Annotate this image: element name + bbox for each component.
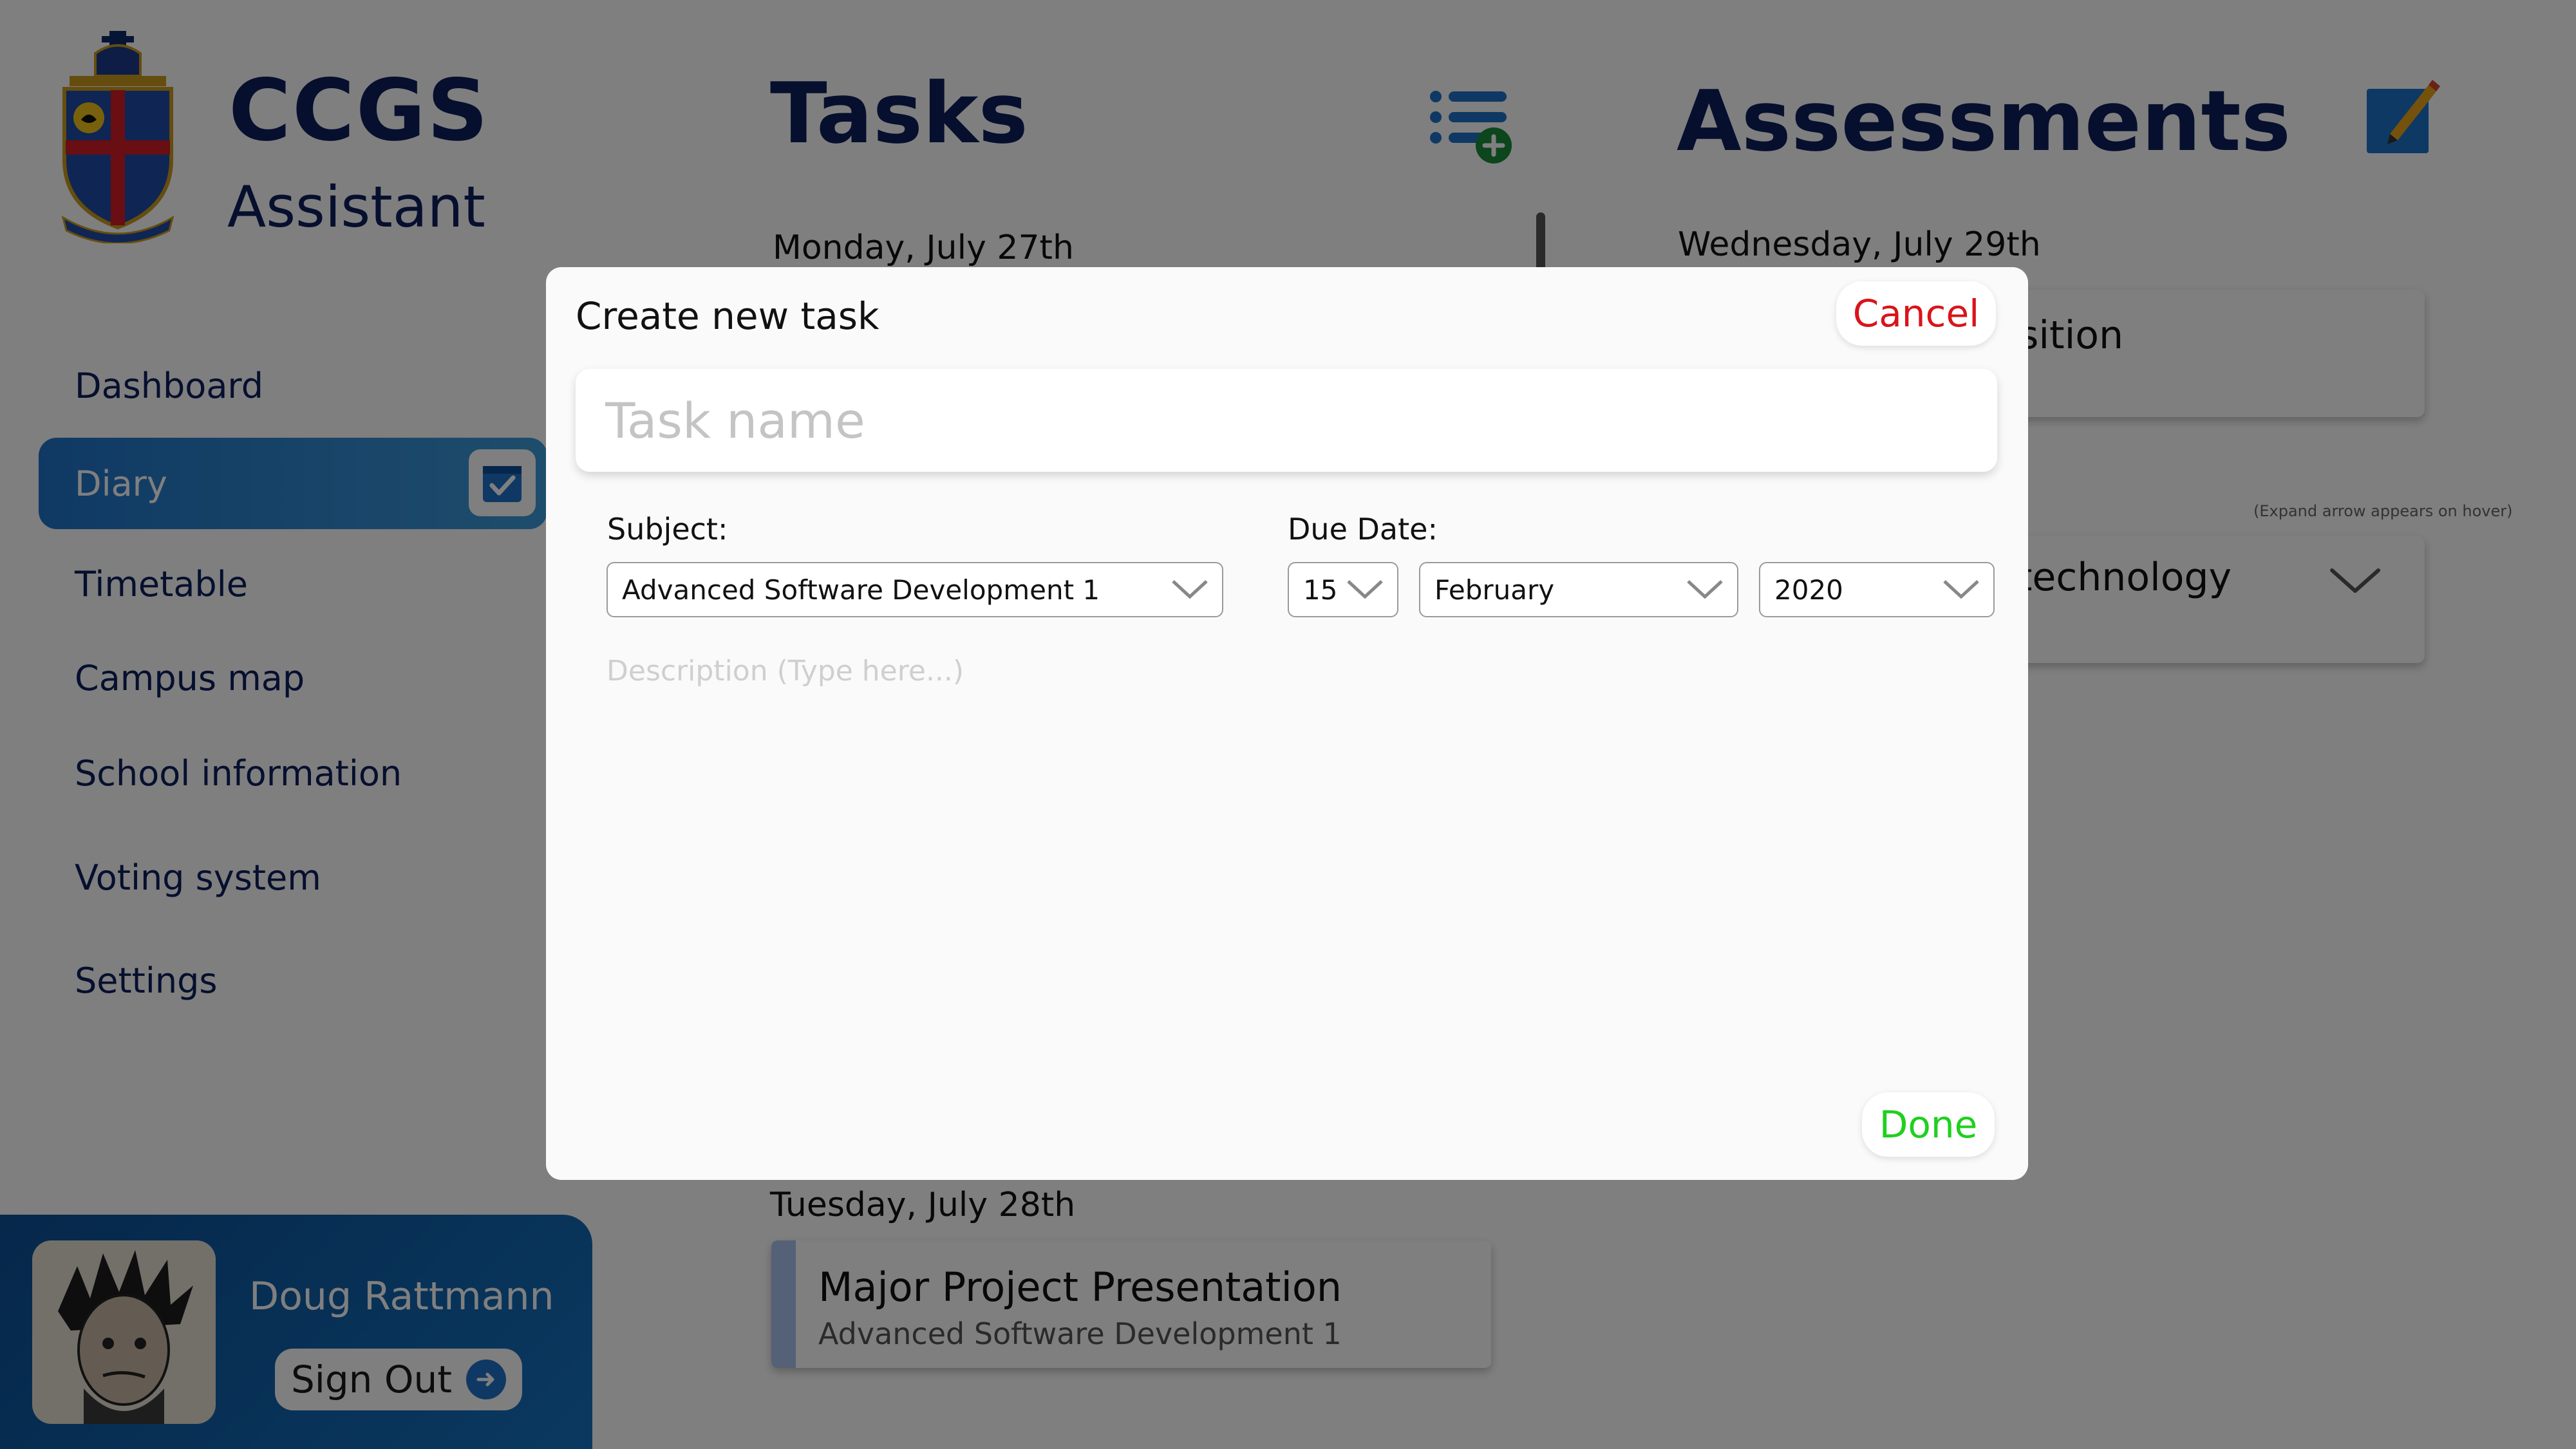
chevron-down-icon xyxy=(1943,580,1979,599)
subject-select[interactable]: Advanced Software Development 1 xyxy=(606,562,1223,617)
day-select[interactable]: 15 xyxy=(1288,562,1398,617)
month-select[interactable]: February xyxy=(1419,562,1738,617)
description-input[interactable] xyxy=(605,653,1979,1042)
dialog-title: Create new task xyxy=(576,294,879,338)
create-task-dialog: Create new task Cancel Subject: Advanced… xyxy=(546,267,2028,1180)
chevron-down-icon xyxy=(1172,580,1208,599)
due-date-label: Due Date: xyxy=(1288,512,1438,547)
cancel-button[interactable]: Cancel xyxy=(1836,281,1996,346)
chevron-down-icon xyxy=(1347,580,1383,599)
day-value: 15 xyxy=(1303,574,1338,606)
subject-value: Advanced Software Development 1 xyxy=(622,574,1100,606)
month-value: February xyxy=(1434,574,1555,606)
task-name-input[interactable] xyxy=(576,369,1997,472)
done-button[interactable]: Done xyxy=(1862,1092,1995,1157)
chevron-down-icon xyxy=(1687,580,1723,599)
subject-label: Subject: xyxy=(607,512,728,547)
year-select[interactable]: 2020 xyxy=(1759,562,1995,617)
year-value: 2020 xyxy=(1774,574,1843,606)
